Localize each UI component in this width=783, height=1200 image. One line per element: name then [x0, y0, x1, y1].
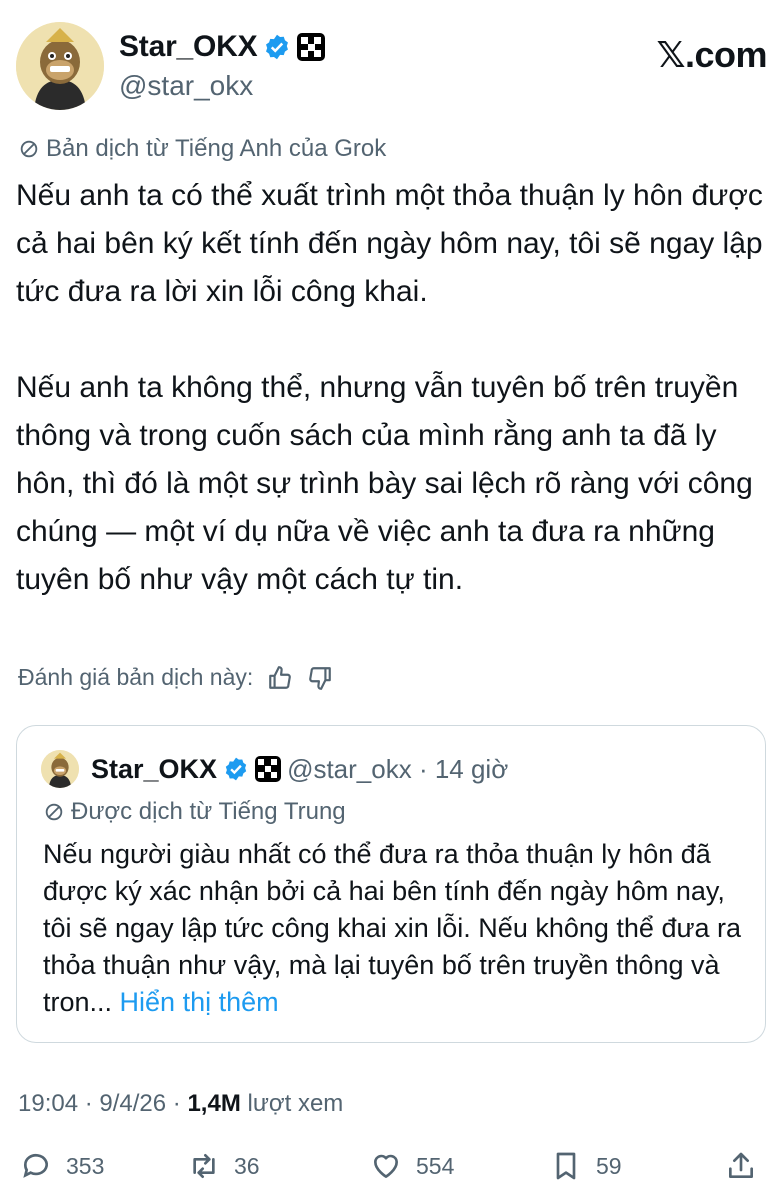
repost-button[interactable]: 36 [188, 1150, 260, 1182]
bookmark-icon [556, 1152, 576, 1180]
tweet-paragraph: Nếu anh ta có thể xuất trình một thỏa th… [16, 179, 772, 308]
reply-icon [23, 1153, 48, 1178]
site-logo: 𝕏.com [656, 34, 767, 75]
share-icon [729, 1152, 753, 1178]
tweet-body: Nếu anh ta có thể xuất trình một thỏa th… [16, 172, 776, 604]
quoted-author-avatar [41, 750, 79, 788]
translation-note: Bản dịch từ Tiếng Anh của Grok [18, 135, 386, 163]
tweet-actions: 353 36 554 59 [20, 1150, 765, 1190]
rate-translation-label: Đánh giá bản dịch này: [18, 664, 254, 690]
quoted-tweet[interactable]: Star_OKX @star_okx · 14 giờ Được dịch từ… [16, 725, 766, 1043]
quoted-translation-note: Được dịch từ Tiếng Trung [43, 798, 346, 826]
tweet-timestamp[interactable]: 19:04 · 9/4/26 · [18, 1090, 187, 1117]
author-avatar[interactable] [16, 22, 104, 110]
rate-translation: Đánh giá bản dịch này: [18, 664, 333, 691]
like-count: 554 [416, 1152, 455, 1179]
author-handle[interactable]: @star_okx [119, 70, 253, 102]
view-label: lượt xem [247, 1090, 344, 1117]
repost-icon [193, 1154, 215, 1178]
quoted-author-name: Star_OKX [91, 753, 218, 784]
verified-badge-icon [225, 757, 247, 781]
show-more-link[interactable]: Hiển thị thêm [120, 987, 279, 1017]
thumbs-down-icon[interactable] [307, 665, 333, 691]
share-button[interactable] [725, 1150, 757, 1182]
bookmark-count: 59 [596, 1152, 622, 1179]
quoted-handle-time: @star_okx · 14 giờ [287, 753, 509, 784]
thumbs-up-icon[interactable] [267, 665, 293, 691]
repost-count: 36 [234, 1152, 260, 1179]
translation-note-text[interactable]: Bản dịch từ Tiếng Anh của Grok [46, 135, 386, 163]
reply-button[interactable]: 353 [20, 1150, 104, 1182]
reply-count: 353 [66, 1152, 105, 1179]
bookmark-button[interactable]: 59 [550, 1150, 622, 1182]
okx-affiliate-icon [255, 756, 282, 782]
quoted-tweet-header: Star_OKX @star_okx · 14 giờ [41, 750, 508, 788]
quoted-translation-text: Được dịch từ Tiếng Trung [71, 798, 346, 825]
tweet-meta: 19:04 · 9/4/26 · 1,4M lượt xem [18, 1090, 343, 1118]
translate-icon [20, 140, 38, 158]
author-name-row: Star_OKX [119, 30, 326, 64]
author-name[interactable]: Star_OKX [119, 30, 258, 64]
heart-icon [374, 1154, 398, 1178]
okx-affiliate-icon[interactable] [297, 33, 326, 61]
tweet-header: Star_OKX @star_okx 𝕏.com [16, 20, 767, 112]
quoted-tweet-body: Nếu người giàu nhất có thể đưa ra thỏa t… [43, 836, 743, 1021]
like-button[interactable]: 554 [370, 1150, 454, 1182]
tweet-paragraph: Nếu anh ta không thể, nhưng vẫn tuyên bố… [16, 371, 762, 596]
verified-badge-icon [266, 34, 289, 60]
view-count: 1,4M [187, 1090, 241, 1117]
translate-icon [45, 803, 63, 821]
